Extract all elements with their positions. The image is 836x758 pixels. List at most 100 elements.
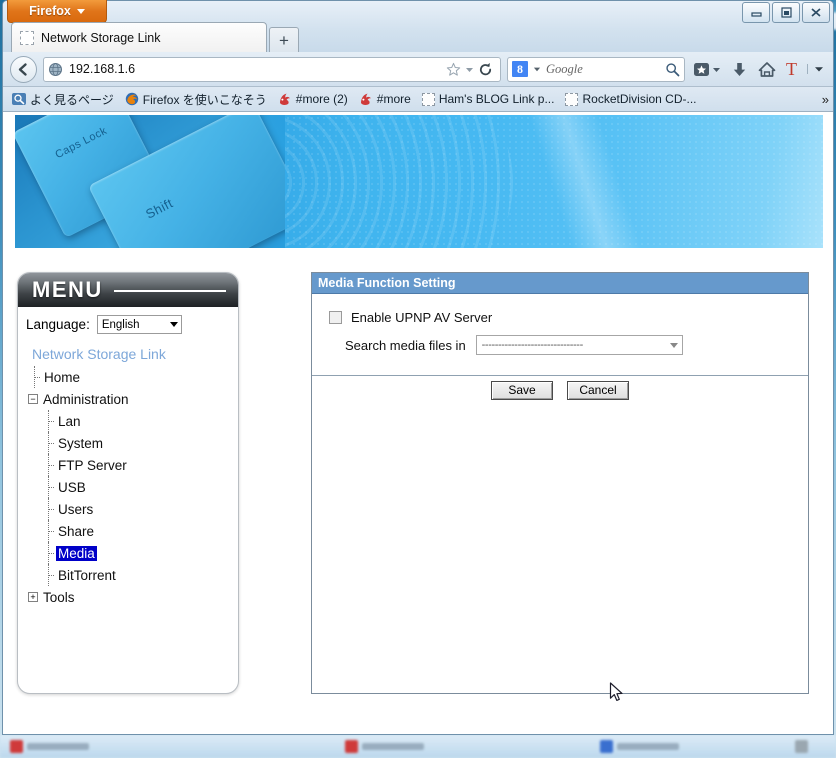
tree-item-label: USB bbox=[58, 479, 86, 495]
taskbar-app-label bbox=[617, 743, 679, 750]
taskbar-app-icon bbox=[10, 740, 23, 753]
enable-upnp-checkbox[interactable] bbox=[329, 311, 342, 324]
bookmark-item-5[interactable]: RocketDivision CD-... bbox=[561, 91, 700, 107]
bookmark-star-icon[interactable] bbox=[446, 62, 461, 77]
media-folder-select-value: ------------------------------- bbox=[481, 339, 583, 351]
tree-connector-icon bbox=[42, 454, 56, 476]
tree-item-bittorrent[interactable]: BitTorrent bbox=[28, 564, 238, 586]
tree-connector-icon bbox=[28, 366, 42, 388]
back-button[interactable] bbox=[10, 55, 37, 83]
enable-upnp-row: Enable UPNP AV Server bbox=[312, 310, 808, 325]
tree-root-label[interactable]: Network Storage Link bbox=[28, 344, 238, 366]
language-select[interactable]: English bbox=[96, 315, 182, 334]
taskbar-item[interactable] bbox=[345, 740, 424, 753]
bookmark-item-2[interactable]: #more (2) bbox=[274, 91, 352, 107]
downloads-button[interactable] bbox=[729, 61, 750, 78]
home-button[interactable] bbox=[756, 61, 778, 78]
dropmarker-icon[interactable] bbox=[465, 65, 474, 74]
bookmarks-overflow-chevron-icon[interactable]: » bbox=[822, 92, 829, 107]
toolbar-overflow-icon bbox=[815, 67, 823, 72]
chevron-down-icon bbox=[169, 322, 178, 327]
toolbar-overflow-button[interactable] bbox=[807, 64, 826, 74]
tree-item-label: FTP Server bbox=[58, 457, 127, 473]
taskbar-app-icon bbox=[600, 740, 613, 753]
bookmark-item-1[interactable]: Firefox を使いこなそう bbox=[121, 90, 271, 109]
page-viewport: Caps Lock Shift MENU Language: English N… bbox=[3, 112, 833, 734]
minimize-button[interactable] bbox=[742, 2, 770, 23]
tree-items: Home − Administration Lan System FTP Server US… bbox=[28, 366, 238, 608]
reload-icon[interactable] bbox=[478, 62, 493, 77]
search-magnifier-icon[interactable] bbox=[665, 62, 680, 77]
tree-item-ftp-server[interactable]: FTP Server bbox=[28, 454, 238, 476]
collapse-icon[interactable]: − bbox=[28, 394, 38, 404]
navigation-toolbar: 192.168.1.6 8 Google T bbox=[3, 52, 833, 87]
cancel-button[interactable]: Cancel bbox=[567, 380, 629, 400]
bookmark-item-3[interactable]: #more bbox=[355, 91, 415, 107]
tree-item-label: Lan bbox=[58, 413, 81, 429]
tree-item-label: Administration bbox=[43, 391, 129, 407]
tree-connector-icon bbox=[42, 520, 56, 542]
tree-item-share[interactable]: Share bbox=[28, 520, 238, 542]
page-title: Media Function Setting bbox=[318, 276, 456, 290]
bookmark-item-4[interactable]: Ham's BLOG Link p... bbox=[418, 91, 559, 107]
taskbar-item[interactable] bbox=[10, 740, 89, 753]
bookmark-label: Firefox を使いこなそう bbox=[142, 92, 267, 107]
bookmark-label: Ham's BLOG Link p... bbox=[438, 92, 555, 106]
firefox-browser-window: Firefox Network Storage Link + 192.168.1… bbox=[2, 0, 834, 735]
windows-taskbar[interactable] bbox=[0, 735, 836, 758]
tree-item-label: Tools bbox=[43, 589, 75, 605]
taskbar-app-label bbox=[362, 743, 424, 750]
expand-icon[interactable]: + bbox=[28, 592, 38, 602]
bookmarks-menu-button[interactable] bbox=[691, 61, 723, 78]
tree-item-media[interactable]: Media bbox=[28, 542, 238, 564]
navigation-tree: Network Storage Link Home − Administration… bbox=[18, 344, 238, 693]
firefox-icon bbox=[125, 92, 138, 106]
tree-item-usb[interactable]: USB bbox=[28, 476, 238, 498]
tree-item-label: BitTorrent bbox=[58, 567, 116, 583]
cancel-button-label: Cancel bbox=[579, 383, 617, 397]
language-select-value: English bbox=[101, 318, 140, 331]
firefox-nightly-icon bbox=[360, 93, 371, 105]
tree-item-system[interactable]: System bbox=[28, 432, 238, 454]
close-button[interactable] bbox=[802, 2, 830, 23]
taskbar-app-label bbox=[27, 743, 89, 750]
tree-item-label: System bbox=[58, 435, 104, 451]
tabmix-t-icon: T bbox=[786, 59, 797, 79]
content-panel: Media Function Setting Enable UPNP AV Se… bbox=[311, 272, 809, 694]
maximize-icon bbox=[780, 7, 792, 18]
tree-item-home[interactable]: Home bbox=[28, 366, 238, 388]
bookmark-label: #more (2) bbox=[295, 92, 348, 106]
menu-panel: MENU Language: English Network Storage L… bbox=[17, 272, 239, 694]
tree-connector-icon bbox=[42, 432, 56, 454]
save-button[interactable]: Save bbox=[491, 380, 553, 400]
url-text: 192.168.1.6 bbox=[69, 62, 136, 76]
taskbar-app-icon bbox=[345, 740, 358, 753]
tree-item-label: Share bbox=[58, 523, 95, 539]
bookmarks-folder-icon bbox=[12, 93, 26, 105]
url-bar[interactable]: 192.168.1.6 bbox=[43, 56, 501, 82]
bookmark-item-0[interactable]: よく見るページ bbox=[8, 90, 118, 109]
tree-item-lan[interactable]: Lan bbox=[28, 410, 238, 432]
firefox-app-menu-button[interactable]: Firefox bbox=[7, 0, 107, 23]
taskbar-item[interactable] bbox=[795, 740, 808, 753]
maximize-button[interactable] bbox=[772, 2, 800, 23]
banner-light-streak bbox=[315, 115, 823, 248]
browser-tab-active[interactable]: Network Storage Link bbox=[11, 22, 267, 52]
content-panel-header: Media Function Setting bbox=[312, 273, 808, 294]
bookmark-label: よく見るページ bbox=[30, 92, 114, 107]
tree-item-administration[interactable]: − Administration bbox=[28, 388, 238, 410]
url-bar-icons bbox=[446, 62, 496, 77]
tabmix-button[interactable]: T bbox=[784, 60, 799, 78]
language-row: Language: English bbox=[18, 307, 238, 344]
firefox-nightly-icon bbox=[279, 93, 290, 105]
search-bar[interactable]: 8 Google bbox=[507, 56, 685, 82]
tree-item-users[interactable]: Users bbox=[28, 498, 238, 520]
menu-title: MENU bbox=[32, 277, 103, 302]
tree-item-tools[interactable]: + Tools bbox=[28, 586, 238, 608]
tree-connector-icon bbox=[42, 498, 56, 520]
taskbar-item[interactable] bbox=[600, 740, 679, 753]
new-tab-button[interactable]: + bbox=[269, 27, 299, 52]
media-folder-select[interactable]: ------------------------------- bbox=[475, 335, 683, 355]
mouse-cursor-icon bbox=[609, 682, 623, 701]
search-engine-dropmarker-icon[interactable] bbox=[533, 65, 541, 73]
